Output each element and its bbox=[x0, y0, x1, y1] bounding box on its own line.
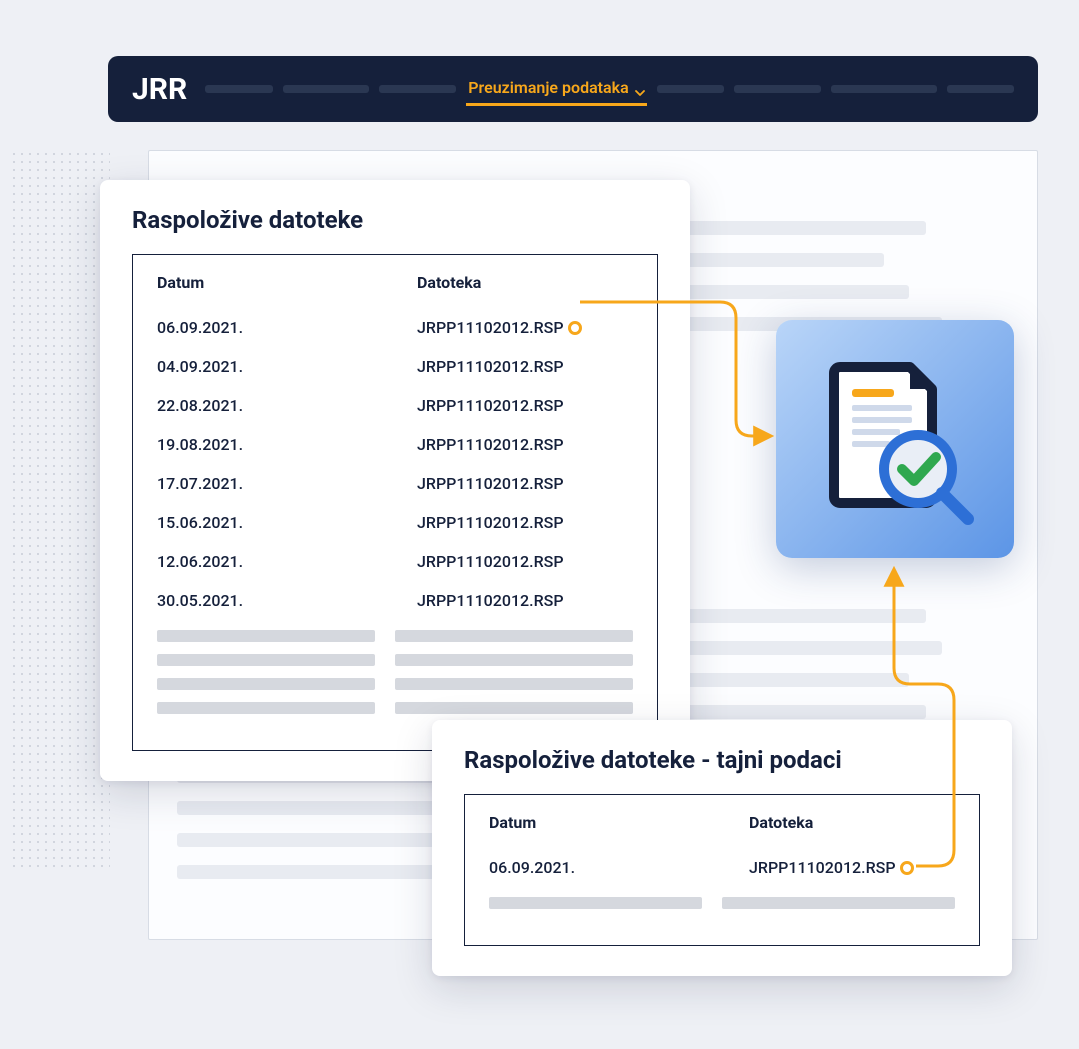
file-name: JRPP11102012.RSP bbox=[417, 318, 564, 337]
column-header-date: Datum bbox=[157, 273, 397, 292]
document-verified-search-icon bbox=[810, 349, 980, 529]
table-row[interactable]: 04.09.2021. JRPP11102012.RSP bbox=[157, 347, 633, 386]
table-row[interactable]: 12.06.2021. JRPP11102012.RSP bbox=[157, 542, 633, 581]
cell-file: JRPP11102012.RSP bbox=[417, 464, 633, 503]
cell-date: 30.05.2021. bbox=[157, 581, 397, 620]
nav-dropdown-preuzimanje[interactable]: Preuzimanje podataka bbox=[466, 72, 646, 106]
nav-item-placeholder[interactable] bbox=[831, 85, 937, 93]
file-name: JRPP11102012.RSP bbox=[749, 858, 896, 877]
cell-file: JRPP11102012.RSP bbox=[417, 386, 633, 425]
connector-dot-icon bbox=[568, 321, 582, 335]
cell-date: 06.09.2021. bbox=[489, 848, 729, 887]
document-verified-illustration bbox=[776, 320, 1014, 558]
cell-date: 22.08.2021. bbox=[157, 386, 397, 425]
nav-item-placeholder[interactable] bbox=[947, 85, 1014, 93]
available-files-card: Raspoložive datoteke Datum Datoteka 06.0… bbox=[100, 180, 690, 781]
cell-date: 04.09.2021. bbox=[157, 347, 397, 386]
card-title: Raspoložive datoteke bbox=[132, 206, 658, 234]
cell-file: JRPP11102012.RSP bbox=[417, 503, 633, 542]
cell-file: JRPP11102012.RSP bbox=[417, 308, 633, 347]
nav-item-placeholder[interactable] bbox=[734, 85, 821, 93]
table-row[interactable]: 22.08.2021. JRPP11102012.RSP bbox=[157, 386, 633, 425]
cell-date: 15.06.2021. bbox=[157, 503, 397, 542]
cell-file: JRPP11102012.RSP bbox=[417, 542, 633, 581]
nav-dropdown-label: Preuzimanje podataka bbox=[468, 78, 628, 97]
brand-label: JRR bbox=[132, 72, 187, 107]
table-row[interactable]: 15.06.2021. JRPP11102012.RSP bbox=[157, 503, 633, 542]
chevron-down-icon bbox=[635, 83, 645, 93]
cell-date: 17.07.2021. bbox=[157, 464, 397, 503]
nav-item-placeholder[interactable] bbox=[283, 85, 370, 93]
column-header-file: Datoteka bbox=[749, 813, 955, 832]
column-header-file: Datoteka bbox=[417, 273, 633, 292]
table-header-row: Datum Datoteka bbox=[489, 813, 955, 832]
cell-file: JRPP11102012.RSP bbox=[417, 581, 633, 620]
column-header-date: Datum bbox=[489, 813, 729, 832]
placeholder-rows bbox=[489, 897, 955, 909]
card-title: Raspoložive datoteke - tajni podaci bbox=[464, 746, 980, 774]
nav-item-placeholder[interactable] bbox=[205, 85, 272, 93]
cell-file: JRPP11102012.RSP bbox=[749, 848, 955, 887]
table-row[interactable]: 06.09.2021. JRPP11102012.RSP bbox=[157, 308, 633, 347]
cell-file: JRPP11102012.RSP bbox=[417, 425, 633, 464]
secret-files-card: Raspoložive datoteke - tajni podaci Datu… bbox=[432, 720, 1012, 976]
cell-date: 06.09.2021. bbox=[157, 308, 397, 347]
table-row[interactable]: 30.05.2021. JRPP11102012.RSP bbox=[157, 581, 633, 620]
files-table: Datum Datoteka 06.09.2021. JRPP11102012.… bbox=[132, 254, 658, 751]
cell-file: JRPP11102012.RSP bbox=[417, 347, 633, 386]
table-row[interactable]: 17.07.2021. JRPP11102012.RSP bbox=[157, 464, 633, 503]
nav-item-placeholder[interactable] bbox=[657, 85, 724, 93]
decorative-dots bbox=[10, 150, 110, 870]
table-header-row: Datum Datoteka bbox=[157, 273, 633, 292]
connector-dot-icon bbox=[900, 861, 914, 875]
cell-date: 12.06.2021. bbox=[157, 542, 397, 581]
cell-date: 19.08.2021. bbox=[157, 425, 397, 464]
table-row[interactable]: 06.09.2021. JRPP11102012.RSP bbox=[489, 848, 955, 887]
nav-item-placeholder[interactable] bbox=[379, 85, 456, 93]
secret-files-table: Datum Datoteka 06.09.2021. JRPP11102012.… bbox=[464, 794, 980, 946]
top-navbar: JRR Preuzimanje podataka bbox=[108, 56, 1038, 122]
placeholder-rows bbox=[157, 630, 633, 714]
table-row[interactable]: 19.08.2021. JRPP11102012.RSP bbox=[157, 425, 633, 464]
